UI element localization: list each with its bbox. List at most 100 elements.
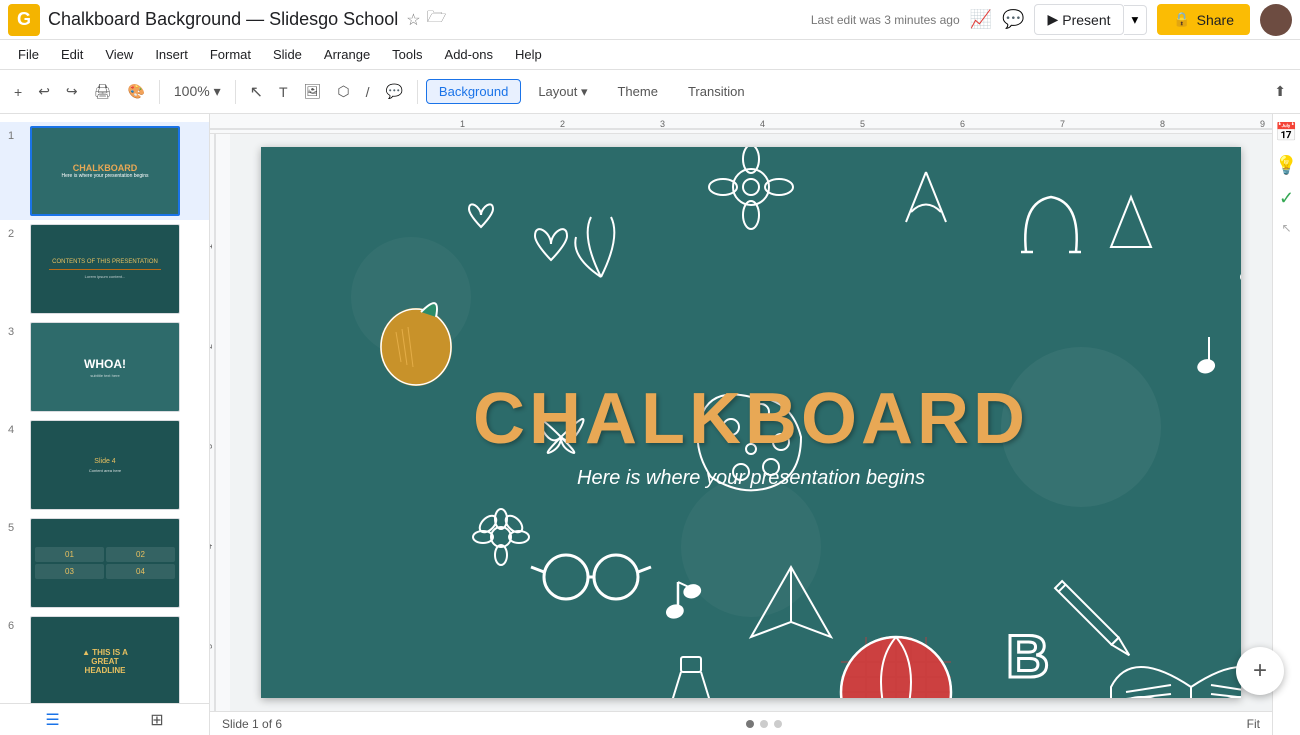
add-slide-fab[interactable]: + (1236, 647, 1284, 695)
thumb-2-line (49, 269, 161, 270)
cursor-icon: ↖ (1281, 221, 1291, 235)
menu-slide[interactable]: Slide (263, 43, 312, 66)
svg-text:2: 2 (210, 344, 214, 349)
page-dot-1[interactable] (746, 720, 754, 728)
text-tool[interactable]: T (273, 80, 294, 104)
main-slide[interactable]: B (261, 147, 1241, 698)
slides-panel: 1 CHALKBOARD Here is where your presenta… (0, 114, 210, 735)
slide-main-subtitle[interactable]: Here is where your presentation begins (577, 467, 925, 490)
menu-insert[interactable]: Insert (145, 43, 198, 66)
analytics-button[interactable]: 📈 (970, 9, 992, 30)
undo-button[interactable]: ↩ (32, 79, 56, 104)
slide-item-3[interactable]: 3 WHOA! subtitle text here (0, 318, 209, 416)
redo-button[interactable]: ↪ (60, 79, 84, 104)
slide-item-6[interactable]: 6 ▲ THIS IS A GREAT HEADLINE (0, 612, 209, 710)
separator-3 (417, 80, 418, 104)
svg-text:B: B (1006, 623, 1049, 690)
slide-thumb-2[interactable]: CONTENTS OF THIS PRESENTATION Lorem ipsu… (30, 224, 180, 314)
shape-tool[interactable]: ⬡ (331, 79, 355, 104)
last-edit: Last edit was 3 minutes ago (811, 13, 960, 27)
slide-item-4[interactable]: 4 Slide 4 Content area here (0, 416, 209, 514)
thumb-3-content: WHOA! subtitle text here (31, 323, 179, 411)
separator-2 (235, 80, 236, 104)
slide-number-4: 4 (8, 420, 24, 436)
slide-item-5[interactable]: 5 01 02 03 04 (0, 514, 209, 612)
slide-item-1[interactable]: 1 CHALKBOARD Here is where your presenta… (0, 122, 209, 220)
right-sidebar: 📅 💡 ✓ ↖ (1272, 114, 1300, 735)
svg-text:5: 5 (860, 119, 865, 129)
paint-format-button[interactable]: 🎨 (121, 79, 150, 104)
zoom-button[interactable]: 100% ▾ (168, 79, 227, 104)
slide-thumb-5[interactable]: 01 02 03 04 (30, 518, 180, 608)
thumb-1-title: CHALKBOARD (62, 163, 149, 173)
slide-main-title[interactable]: CHALKBOARD (473, 377, 1029, 459)
menu-help[interactable]: Help (505, 43, 552, 66)
main-area: 1 CHALKBOARD Here is where your presenta… (0, 114, 1300, 735)
thumb-2-body: Lorem ipsum content... (35, 272, 175, 281)
svg-text:3: 3 (210, 444, 214, 449)
editor-area: 1 2 3 4 5 6 7 8 9 1 (210, 114, 1272, 735)
svg-text:9: 9 (1260, 119, 1265, 129)
thumb-6-content: ▲ THIS IS A GREAT HEADLINE (31, 617, 179, 705)
right-actions: Last edit was 3 minutes ago 📈 💬 ▶ Presen… (795, 4, 1292, 36)
slide-item-2[interactable]: 2 CONTENTS OF THIS PRESENTATION Lorem ip… (0, 220, 209, 318)
lightbulb-icon[interactable]: 💡 (1275, 155, 1297, 176)
present-label: Present (1062, 12, 1110, 28)
menu-edit[interactable]: Edit (51, 43, 93, 66)
present-dropdown-button[interactable]: ▾ (1124, 5, 1148, 35)
zoom-level: Fit (1247, 717, 1260, 731)
grid-view-button[interactable]: ⊞ (150, 710, 163, 730)
ruler-horizontal: 1 2 3 4 5 6 7 8 9 (210, 114, 1272, 134)
menu-format[interactable]: Format (200, 43, 261, 66)
menu-view[interactable]: View (95, 43, 143, 66)
slide-thumb-6[interactable]: ▲ THIS IS A GREAT HEADLINE (30, 616, 180, 706)
title-bar: G Chalkboard Background — Slidesgo Schoo… (0, 0, 1300, 40)
background-button[interactable]: Background (426, 79, 521, 104)
svg-text:6: 6 (960, 119, 965, 129)
menu-file[interactable]: File (8, 43, 49, 66)
separator-1 (159, 80, 160, 104)
star-icon[interactable]: ☆ (406, 10, 420, 30)
share-button[interactable]: 🔒 Share (1157, 4, 1250, 35)
svg-text:1: 1 (210, 244, 214, 249)
canvas-container[interactable]: B (230, 134, 1272, 711)
calendar-icon[interactable]: 📅 (1275, 122, 1297, 143)
page-dot-2[interactable] (760, 720, 768, 728)
line-tool[interactable]: / (360, 80, 376, 104)
layout-button[interactable]: Layout ▾ (525, 79, 600, 105)
present-button[interactable]: ▶ Present (1034, 4, 1123, 35)
avatar[interactable] (1260, 4, 1292, 36)
thumb-1-content: CHALKBOARD Here is where your presentati… (32, 128, 178, 214)
doc-title: Chalkboard Background — Slidesgo School (48, 9, 398, 30)
zoom-info: Slide 1 of 6 (222, 717, 282, 731)
slide-number-6: 6 (8, 616, 24, 632)
thumb-1-subtitle: Here is where your presentation begins (62, 173, 149, 179)
toolbar: + ↩ ↪ 🖨 🎨 100% ▾ ↖ T 🖼 ⬡ / 💬 Background … (0, 70, 1300, 114)
filmstrip-view-button[interactable]: ☰ (45, 710, 59, 730)
menu-bar: File Edit View Insert Format Slide Arran… (0, 40, 1300, 70)
share-label: Share (1197, 12, 1234, 28)
select-tool[interactable]: ↖ (244, 78, 269, 106)
menu-addons[interactable]: Add-ons (435, 43, 503, 66)
slide-thumb-1[interactable]: CHALKBOARD Here is where your presentati… (30, 126, 180, 216)
transition-button[interactable]: Transition (675, 79, 758, 104)
thumb-2-content: CONTENTS OF THIS PRESENTATION Lorem ipsu… (31, 225, 179, 313)
theme-button[interactable]: Theme (604, 79, 670, 104)
check-icon[interactable]: ✓ (1279, 188, 1294, 209)
menu-arrange[interactable]: Arrange (314, 43, 380, 66)
ruler-v-svg: 1 2 3 4 5 (210, 134, 230, 711)
slide-thumb-3[interactable]: WHOA! subtitle text here (30, 322, 180, 412)
slide-thumb-4[interactable]: Slide 4 Content area here (30, 420, 180, 510)
collapse-panels-button[interactable]: ⬆ (1268, 79, 1292, 104)
add-button[interactable]: + (8, 80, 28, 104)
folder-icon[interactable]: 🗁 (427, 6, 447, 33)
image-tool[interactable]: 🖼 (298, 79, 328, 104)
svg-text:2: 2 (560, 119, 565, 129)
menu-tools[interactable]: Tools (382, 43, 432, 66)
page-dot-3[interactable] (774, 720, 782, 728)
comments-button[interactable]: 💬 (1002, 9, 1024, 30)
comment-tool[interactable]: 💬 (379, 79, 408, 104)
print-button[interactable]: 🖨 (88, 79, 118, 104)
page-indicator (746, 720, 782, 728)
slide-number-2: 2 (8, 224, 24, 240)
